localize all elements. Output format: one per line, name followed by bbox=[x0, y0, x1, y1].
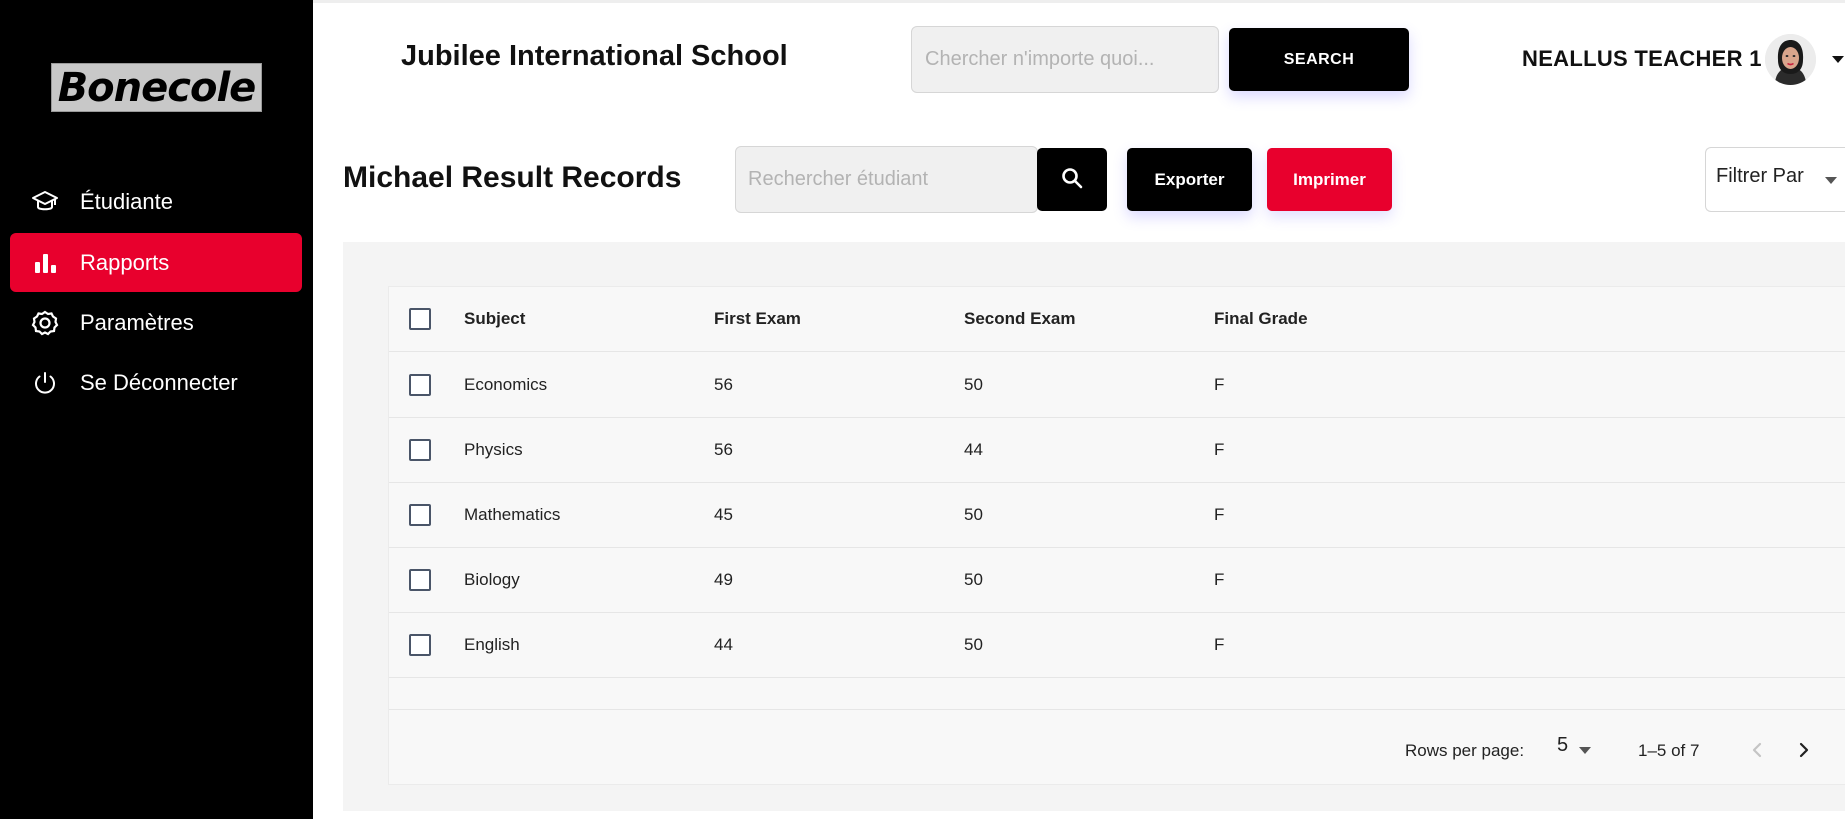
table-row[interactable]: Economics 56 50 F bbox=[389, 353, 1845, 418]
print-button[interactable]: Imprimer bbox=[1267, 148, 1392, 211]
results-table: Subject First Exam Second Exam Final Gra… bbox=[388, 286, 1845, 785]
rows-per-page-label: Rows per page: bbox=[1405, 741, 1525, 760]
sidebar-item-label: Paramètres bbox=[80, 309, 194, 335]
cell-second-exam: 50 bbox=[964, 505, 983, 524]
sidebar-item-label: Se Déconnecter bbox=[80, 369, 238, 395]
filter-label: Filtrer Par bbox=[1716, 165, 1804, 187]
cell-subject: English bbox=[464, 635, 520, 654]
row-checkbox[interactable] bbox=[409, 634, 431, 656]
gear-icon bbox=[30, 308, 60, 338]
row-checkbox[interactable] bbox=[409, 439, 431, 461]
rows-per-page-select[interactable]: 5 bbox=[1557, 734, 1568, 757]
cell-final-grade: F bbox=[1214, 570, 1225, 589]
global-search-input[interactable] bbox=[911, 26, 1219, 93]
column-header-subject[interactable]: Subject bbox=[464, 309, 525, 329]
cell-first-exam: 45 bbox=[714, 505, 733, 524]
table-row[interactable]: Biology 49 50 F bbox=[389, 548, 1845, 613]
sidebar-item-etudiante[interactable]: Étudiante bbox=[10, 172, 302, 231]
cell-first-exam: 44 bbox=[714, 635, 733, 654]
export-button[interactable]: Exporter bbox=[1127, 148, 1252, 211]
cell-first-exam: 56 bbox=[714, 440, 733, 459]
graduation-cap-icon bbox=[30, 187, 60, 217]
school-name: Jubilee International School bbox=[401, 40, 788, 72]
cell-final-grade: F bbox=[1214, 505, 1225, 524]
table-row[interactable]: Mathematics 45 50 F bbox=[389, 483, 1845, 548]
select-all-checkbox[interactable] bbox=[409, 308, 431, 330]
table-header-row: Subject First Exam Second Exam Final Gra… bbox=[389, 287, 1845, 352]
row-checkbox[interactable] bbox=[409, 374, 431, 396]
row-checkbox[interactable] bbox=[409, 504, 431, 526]
page-range: 1–5 of 7 bbox=[1638, 741, 1700, 760]
chevron-left-icon bbox=[1752, 742, 1762, 758]
chevron-down-icon[interactable] bbox=[1832, 56, 1844, 63]
cell-final-grade: F bbox=[1214, 440, 1225, 459]
sidebar-item-logout[interactable]: Se Déconnecter bbox=[10, 353, 302, 412]
table-row[interactable]: English 44 50 F bbox=[389, 613, 1845, 678]
results-panel: Subject First Exam Second Exam Final Gra… bbox=[343, 242, 1845, 811]
column-header-second-exam[interactable]: Second Exam bbox=[964, 309, 1076, 329]
sidebar-item-label: Étudiante bbox=[80, 188, 173, 214]
page-title: Michael Result Records bbox=[343, 161, 682, 194]
avatar[interactable] bbox=[1765, 34, 1816, 85]
user-name[interactable]: NEALLUS TEACHER 1 bbox=[1522, 46, 1762, 72]
next-page-button[interactable] bbox=[1789, 736, 1817, 764]
table-row[interactable]: Physics 56 44 F bbox=[389, 418, 1845, 483]
topbar-divider bbox=[313, 0, 1845, 3]
cell-subject: Physics bbox=[464, 440, 523, 459]
sidebar-item-rapports[interactable]: Rapports bbox=[10, 233, 302, 292]
cell-subject: Biology bbox=[464, 570, 520, 589]
search-icon bbox=[1060, 166, 1084, 193]
cell-final-grade: F bbox=[1214, 635, 1225, 654]
student-search-input[interactable] bbox=[735, 146, 1038, 213]
chevron-down-icon[interactable] bbox=[1579, 747, 1591, 754]
cell-second-exam: 50 bbox=[964, 375, 983, 394]
sidebar-item-label: Rapports bbox=[80, 249, 170, 275]
row-checkbox[interactable] bbox=[409, 569, 431, 591]
bar-chart-icon bbox=[30, 248, 60, 278]
cell-subject: Mathematics bbox=[464, 505, 561, 524]
sidebar: Bonecole Étudiante Rapports Paramètres S… bbox=[0, 0, 313, 819]
cell-second-exam: 50 bbox=[964, 635, 983, 654]
cell-first-exam: 49 bbox=[714, 570, 733, 589]
app-root: Bonecole Étudiante Rapports Paramètres S… bbox=[0, 0, 1845, 819]
table-pagination: Rows per page: 5 1–5 of 7 bbox=[389, 709, 1845, 786]
cell-final-grade: F bbox=[1214, 375, 1225, 394]
search-button[interactable]: SEARCH bbox=[1229, 28, 1409, 91]
previous-page-button[interactable] bbox=[1744, 736, 1772, 764]
chevron-down-icon bbox=[1825, 177, 1837, 184]
sidebar-item-parametres[interactable]: Paramètres bbox=[10, 293, 302, 352]
logo[interactable]: Bonecole bbox=[51, 63, 262, 112]
cell-second-exam: 44 bbox=[964, 440, 983, 459]
power-icon bbox=[30, 368, 60, 398]
cell-second-exam: 50 bbox=[964, 570, 983, 589]
chevron-right-icon bbox=[1799, 742, 1809, 758]
filter-dropdown[interactable]: Filtrer Par bbox=[1705, 147, 1845, 212]
column-header-first-exam[interactable]: First Exam bbox=[714, 309, 801, 329]
cell-first-exam: 56 bbox=[714, 375, 733, 394]
logo-text: Bonecole bbox=[57, 64, 257, 111]
column-header-final-grade[interactable]: Final Grade bbox=[1214, 309, 1308, 329]
student-search-button[interactable] bbox=[1037, 148, 1107, 211]
cell-subject: Economics bbox=[464, 375, 548, 394]
